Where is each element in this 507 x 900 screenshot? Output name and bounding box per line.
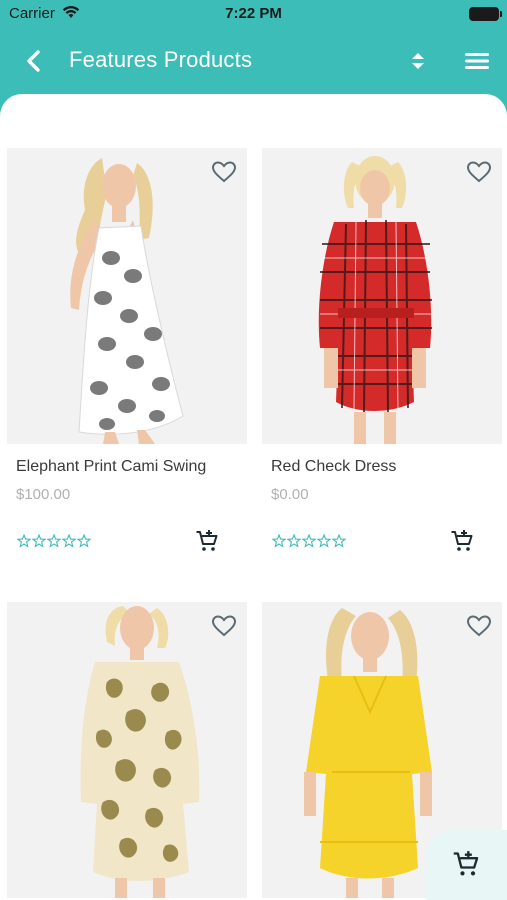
star-icon (62, 534, 76, 548)
back-button[interactable] (22, 46, 48, 76)
battery-icon (469, 7, 502, 21)
rating-stars (272, 534, 346, 548)
favorite-button[interactable] (211, 160, 237, 184)
add-to-cart-icon (451, 530, 473, 551)
status-bar: Carrier 7:22 PM (0, 0, 507, 28)
product-price: $0.00 (271, 486, 309, 503)
favorite-button[interactable] (466, 160, 492, 184)
product-name[interactable]: Red Check Dress (271, 458, 396, 476)
chevron-left-icon (27, 50, 40, 72)
cart-fab-button[interactable] (426, 830, 507, 900)
star-icon (77, 534, 91, 548)
favorite-button[interactable] (211, 614, 237, 638)
hamburger-menu-icon (465, 53, 489, 69)
heart-icon (466, 161, 492, 183)
heart-icon (211, 161, 237, 183)
heart-icon (466, 615, 492, 637)
product-price: $100.00 (16, 486, 71, 503)
star-icon (317, 534, 331, 548)
add-to-cart-button[interactable] (450, 529, 474, 553)
product-image[interactable] (7, 148, 247, 444)
star-icon (32, 534, 46, 548)
sort-button[interactable] (405, 48, 431, 74)
product-grid: Elephant Print Cami Swing $100.00 Red Ch… (0, 94, 507, 900)
rating-stars (17, 534, 91, 548)
page-title: Features Products (69, 47, 253, 72)
product-image[interactable] (7, 602, 247, 898)
star-icon (17, 534, 31, 548)
star-icon (302, 534, 316, 548)
product-image[interactable] (262, 148, 502, 444)
menu-button[interactable] (463, 48, 491, 74)
model-red-check-dress-image (318, 156, 432, 444)
sort-icon (412, 53, 424, 69)
favorite-button[interactable] (466, 614, 492, 638)
star-icon (272, 534, 286, 548)
add-to-cart-icon (196, 530, 218, 551)
status-time: 7:22 PM (225, 5, 282, 22)
model-paisley-dress-image (80, 606, 200, 898)
product-name[interactable]: Elephant Print Cami Swing (16, 458, 206, 476)
model-elephant-dress-image (70, 158, 184, 444)
nav-bar: Features Products (0, 28, 507, 94)
star-icon (287, 534, 301, 548)
star-icon (47, 534, 61, 548)
star-icon (332, 534, 346, 548)
add-to-cart-button[interactable] (195, 529, 219, 553)
add-to-cart-icon (453, 851, 479, 876)
heart-icon (211, 615, 237, 637)
